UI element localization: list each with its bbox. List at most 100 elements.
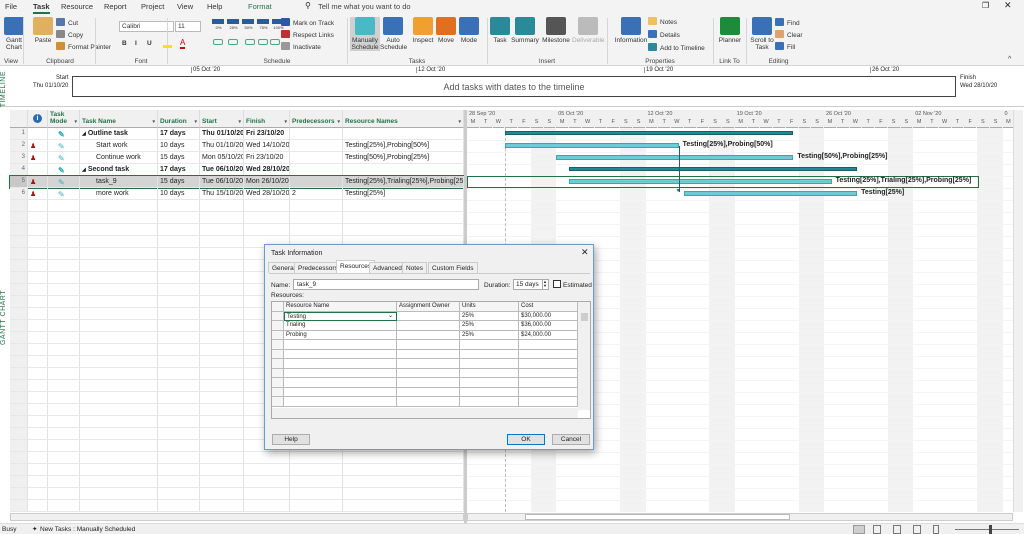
table-cell[interactable] (80, 500, 158, 512)
chevron-down-icon[interactable]: ▾ (458, 119, 461, 125)
duration-cell[interactable]: 10 days (158, 140, 200, 152)
grid-cell[interactable] (397, 387, 460, 397)
table-cell[interactable] (158, 320, 200, 332)
grid-cell[interactable]: Probing (284, 330, 397, 340)
table-cell[interactable] (158, 272, 200, 284)
table-cell[interactable] (80, 284, 158, 296)
table-row[interactable]: 2 ♟ ✎ Start work 10 days Thu 01/10/20 Wed 14/1… (10, 140, 464, 152)
table-cell[interactable] (290, 488, 343, 500)
row-number[interactable] (10, 296, 28, 308)
table-row[interactable]: 5 ♟ ✎ task_9 15 days Tue 06/10/20 Mon 26/10/20… (9, 175, 465, 189)
row-number[interactable] (10, 488, 28, 500)
cancel-button[interactable]: Cancel (552, 434, 590, 445)
row-number[interactable] (10, 476, 28, 488)
italic-button[interactable]: I (135, 40, 137, 47)
table-cell[interactable] (158, 464, 200, 476)
table-cell[interactable] (158, 500, 200, 512)
chevron-down-icon[interactable]: ▾ (152, 119, 155, 125)
column-header-start[interactable]: Start ▾ (200, 110, 244, 128)
underline-button[interactable]: U (147, 40, 152, 47)
task-usage-icon[interactable] (873, 525, 881, 534)
task-bar[interactable] (505, 143, 679, 148)
inspect-button[interactable]: Inspect (411, 17, 435, 44)
indent-icon[interactable] (228, 39, 238, 45)
tab-help[interactable]: Help (207, 2, 222, 11)
table-cell[interactable] (158, 440, 200, 452)
row-number[interactable] (10, 320, 28, 332)
table-cell[interactable] (48, 296, 80, 308)
help-button[interactable]: Help (272, 434, 310, 445)
row-number[interactable]: 6 (10, 188, 28, 200)
row-number[interactable] (10, 200, 28, 212)
row-number[interactable] (10, 404, 28, 416)
table-cell[interactable] (48, 344, 80, 356)
grid-cell[interactable] (460, 340, 519, 350)
table-cell[interactable] (290, 212, 343, 224)
table-cell[interactable] (343, 224, 464, 236)
table-cell[interactable] (200, 272, 244, 284)
table-cell[interactable] (80, 200, 158, 212)
table-cell[interactable] (244, 476, 290, 488)
grid-row-selector[interactable] (272, 340, 284, 350)
table-cell[interactable] (48, 248, 80, 260)
percent-complete-25-button[interactable]: 25% (227, 19, 240, 31)
row-number[interactable] (10, 260, 28, 272)
table-cell[interactable] (343, 200, 464, 212)
add-to-timeline-button[interactable]: Add to Timeline (648, 43, 705, 52)
dialog-tab-advanced[interactable]: Advanced (369, 262, 406, 273)
table-cell[interactable] (48, 320, 80, 332)
duration-cell[interactable]: 10 days (158, 188, 200, 200)
finish-cell[interactable]: Fri 23/10/20 (244, 152, 290, 164)
row-number[interactable] (10, 236, 28, 248)
scroll-to-task-button[interactable]: Scroll to Task (750, 17, 774, 51)
row-number[interactable] (10, 368, 28, 380)
table-cell[interactable] (200, 236, 244, 248)
task-name-cell[interactable]: Start work (80, 140, 158, 152)
table-cell[interactable] (80, 248, 158, 260)
table-cell[interactable] (80, 332, 158, 344)
table-cell[interactable] (158, 296, 200, 308)
grid-cell[interactable] (284, 368, 397, 378)
summary-bar[interactable] (569, 167, 858, 171)
table-cell[interactable] (48, 308, 80, 320)
table-cell[interactable] (200, 416, 244, 428)
row-number[interactable] (10, 344, 28, 356)
table-cell[interactable] (200, 476, 244, 488)
table-cell[interactable] (158, 308, 200, 320)
grid-cell[interactable] (519, 340, 578, 350)
table-cell[interactable] (80, 416, 158, 428)
row-number[interactable] (10, 272, 28, 284)
grid-cell[interactable] (397, 349, 460, 359)
table-cell[interactable] (200, 308, 244, 320)
restore-icon[interactable]: ❐ (982, 1, 989, 10)
grid-cell[interactable] (460, 387, 519, 397)
table-cell[interactable] (200, 392, 244, 404)
table-cell[interactable] (48, 392, 80, 404)
link-icon[interactable] (258, 39, 268, 45)
details-button[interactable]: Details (648, 30, 680, 39)
table-row[interactable] (10, 200, 464, 212)
grid-cell[interactable] (397, 359, 460, 369)
row-number[interactable] (10, 452, 28, 464)
bold-button[interactable]: B (122, 40, 127, 47)
tab-view[interactable]: View (177, 2, 193, 11)
table-cell[interactable] (200, 224, 244, 236)
grid-cell[interactable] (460, 359, 519, 369)
task-bar[interactable] (556, 155, 794, 160)
table-cell[interactable] (158, 452, 200, 464)
start-cell[interactable]: Thu 15/10/20 (200, 188, 244, 200)
collapse-ribbon-icon[interactable]: ^ (1008, 56, 1011, 63)
row-number[interactable]: 2 (10, 140, 28, 152)
auto-schedule-button[interactable]: Auto Schedule (380, 17, 407, 51)
finish-cell[interactable]: Wed 28/10/20 (244, 188, 290, 200)
table-cell[interactable] (200, 488, 244, 500)
tab-project[interactable]: Project (141, 2, 164, 11)
start-cell[interactable]: Mon 05/10/20 (200, 152, 244, 164)
grid-row-selector[interactable] (272, 368, 284, 378)
move-button[interactable]: Move (435, 17, 457, 44)
table-cell[interactable] (80, 392, 158, 404)
table-cell[interactable] (158, 332, 200, 344)
gantt-horizontal-scrollbar[interactable] (467, 513, 1013, 521)
percent-complete-100-button[interactable]: 100% (272, 19, 285, 31)
summary-bar[interactable] (505, 131, 794, 135)
